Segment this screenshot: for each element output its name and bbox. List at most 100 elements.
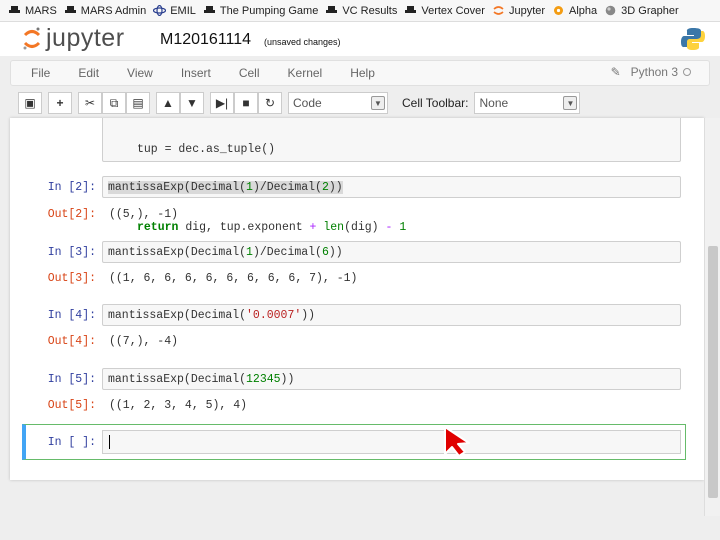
bookmark-the-pumping-game[interactable]: The Pumping Game	[203, 5, 318, 17]
arrow-up-icon: ▲	[162, 96, 174, 110]
in-prompt: In [3]:	[47, 246, 96, 259]
notebook-header: jupyter M120161114 (unsaved changes)	[0, 22, 720, 56]
bookmark-3d-grapher[interactable]: 3D Grapher	[604, 4, 679, 17]
menu-kernel[interactable]: Kernel	[274, 66, 337, 80]
save-icon: ▣	[24, 96, 36, 110]
cell-type-select[interactable]: Code ▼	[288, 92, 388, 114]
move-up-button[interactable]: ▲	[156, 92, 180, 114]
bookmark-mars[interactable]: MARS	[8, 5, 57, 17]
out-prompt: Out[4]:	[47, 335, 96, 348]
step-forward-icon: ▶|	[215, 96, 229, 110]
scrollbar[interactable]	[704, 118, 720, 516]
scrollbar-thumb[interactable]	[708, 246, 718, 498]
kernel-name: Python 3	[630, 65, 678, 79]
cell-output: ((7,), -4)	[109, 335, 179, 348]
bookmark-label: MARS Admin	[80, 4, 147, 17]
cell-toolbar-select[interactable]: None ▼	[474, 92, 581, 114]
bookmark-label: Alpha	[569, 4, 598, 17]
menu-insert[interactable]: Insert	[167, 66, 225, 80]
interrupt-button[interactable]: ■	[234, 92, 258, 114]
toolbar: ▣ + ✂ ⧉ ▤ ▲ ▼ ▶| ■ ↻ Code ▼ Cell Toolbar…	[10, 88, 710, 118]
jupyter-logo[interactable]: jupyter	[22, 24, 125, 53]
stop-icon: ■	[242, 96, 250, 110]
cell-toolbar-label: Cell Toolbar:	[402, 96, 469, 110]
code-line: tup = dec.as_tuple()	[137, 143, 276, 156]
hat-icon	[64, 5, 77, 16]
bookmark-label: Jupyter	[508, 4, 546, 17]
gear-icon	[552, 5, 565, 16]
move-down-button[interactable]: ▼	[180, 92, 204, 114]
mouse-pointer-icon	[444, 426, 470, 457]
out-prompt: Out[2]:	[47, 208, 96, 221]
scissors-icon: ✂	[84, 96, 96, 110]
in-prompt: In [5]:	[47, 373, 96, 386]
run-button[interactable]: ▶|	[210, 92, 234, 114]
in-prompt: In [4]:	[47, 309, 96, 322]
save-status: (unsaved changes)	[264, 37, 341, 47]
clipboard-icon: ▤	[132, 96, 144, 110]
notebook-page: tup = dec.as_tuple() dig = tup.digits re…	[10, 118, 704, 480]
arrow-down-icon: ▼	[186, 96, 198, 110]
bookmarks-bar: MARS MARS Admin EMIL The Pumping Game VC Res…	[0, 0, 720, 22]
menu-edit[interactable]: Edit	[64, 66, 113, 80]
bookmark-label: Vertex Cover	[421, 4, 485, 17]
bookmark-label: 3D Grapher	[621, 4, 679, 17]
cell-output: ((5,), -1)	[109, 208, 179, 221]
code-cell-1[interactable]: tup = dec.as_tuple() dig = tup.digits re…	[102, 118, 681, 234]
code-cell-6-input[interactable]	[102, 430, 681, 454]
insert-cell-button[interactable]: +	[48, 92, 72, 114]
in-prompt: In [ ]:	[47, 436, 96, 449]
menu-bar: File Edit View Insert Cell Kernel Help ✎…	[10, 60, 710, 86]
bookmark-jupyter[interactable]: Jupyter	[492, 5, 545, 17]
jupyter-icon	[492, 5, 505, 16]
copy-button[interactable]: ⧉	[102, 92, 126, 114]
plus-icon: +	[56, 96, 64, 110]
chevron-down-icon: ▼	[563, 96, 578, 110]
bookmark-vertex-cover[interactable]: Vertex Cover	[404, 5, 485, 17]
kernel-status-icon	[683, 68, 691, 76]
hat-icon	[203, 5, 216, 16]
menu-file[interactable]: File	[11, 66, 64, 80]
code-cell-5[interactable]: mantissaExp(Decimal(12345))	[102, 368, 681, 390]
text-caret	[109, 435, 110, 449]
bookmark-label: MARS	[25, 4, 57, 17]
bookmark-vc-results[interactable]: VC Results	[325, 5, 397, 17]
hat-icon	[8, 5, 21, 16]
code-line: return dig, tup.exponent + len(dig) - 1	[137, 221, 407, 234]
cell-output: ((1, 2, 3, 4, 5), 4)	[109, 399, 248, 412]
bookmark-mars-admin[interactable]: MARS Admin	[64, 5, 146, 17]
out-prompt: Out[5]:	[47, 399, 96, 412]
code-cell-4[interactable]: mantissaExp(Decimal('0.0007'))	[102, 304, 681, 326]
copy-icon: ⧉	[109, 95, 119, 110]
bookmark-label: VC Results	[342, 4, 398, 17]
cell-type-value: Code	[293, 96, 322, 110]
restart-button[interactable]: ↻	[258, 92, 282, 114]
notebook-name[interactable]: M120161114	[160, 31, 251, 49]
code-cell-3[interactable]: mantissaExp(Decimal(1)/Decimal(6))	[102, 241, 681, 263]
bookmark-label: The Pumping Game	[219, 4, 319, 17]
pencil-icon[interactable]: ✎	[611, 65, 621, 79]
code-text: mantissaExp(Decimal(1)/Decimal(2))	[108, 181, 343, 194]
logo-text: jupyter	[46, 24, 125, 52]
menu-help[interactable]: Help	[336, 66, 389, 80]
cut-button[interactable]: ✂	[78, 92, 102, 114]
bookmark-label: EMIL	[170, 4, 196, 17]
cell-output: ((1, 6, 6, 6, 6, 6, 6, 6, 6, 7), -1)	[109, 272, 358, 285]
python-logo-icon	[681, 28, 705, 50]
jupyter-logo-icon	[23, 27, 41, 49]
atom-icon	[153, 4, 167, 17]
out-prompt: Out[3]:	[47, 272, 96, 285]
code-cell-2[interactable]: mantissaExp(Decimal(1)/Decimal(2))	[102, 176, 681, 198]
paste-button[interactable]: ▤	[126, 92, 150, 114]
bookmark-emil[interactable]: EMIL	[153, 5, 196, 17]
hat-icon	[325, 5, 338, 16]
menu-cell[interactable]: Cell	[225, 66, 274, 80]
cell-toolbar-value: None	[479, 96, 509, 110]
refresh-icon: ↻	[264, 96, 276, 110]
hat-icon	[404, 5, 417, 16]
bookmark-alpha[interactable]: Alpha	[552, 5, 597, 17]
chevron-down-icon: ▼	[371, 96, 385, 110]
in-prompt: In [2]:	[47, 181, 96, 194]
save-button[interactable]: ▣	[18, 92, 42, 114]
menu-view[interactable]: View	[113, 66, 167, 80]
